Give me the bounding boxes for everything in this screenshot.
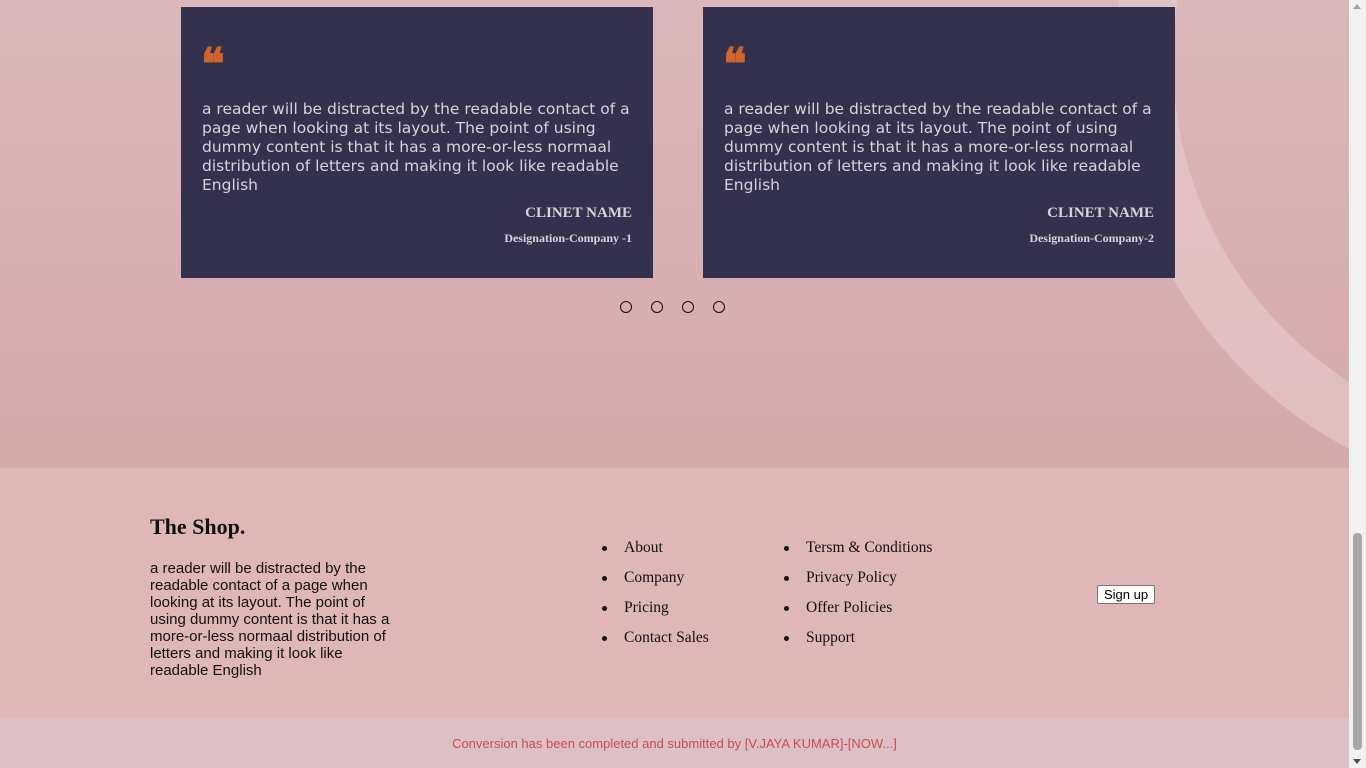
testimonial-card-1: ❝ a reader will be distracted by the rea…: [181, 7, 653, 278]
footer-link-about[interactable]: About: [602, 538, 709, 568]
scroll-up-arrow-icon[interactable]: [1353, 4, 1361, 9]
testimonial-text: a reader will be distracted by the reada…: [724, 100, 1152, 194]
footer-links-company: About Company Pricing Contact Sales: [602, 538, 709, 658]
footer-link-terms[interactable]: Tersm & Conditions: [783, 538, 932, 568]
client-name: CLINET NAME: [1047, 205, 1154, 221]
footer-link-support[interactable]: Support: [783, 628, 932, 658]
testimonial-text: a reader will be distracted by the reada…: [202, 100, 630, 194]
scrollbar-thumb[interactable]: [1353, 533, 1362, 750]
client-designation: Designation-Company -1: [504, 231, 632, 245]
quote-icon: ❝: [201, 43, 225, 77]
credit-text: Conversion has been completed and submit…: [452, 736, 897, 751]
signup-button[interactable]: Sign up: [1097, 585, 1156, 604]
footer-link-pricing[interactable]: Pricing: [602, 598, 709, 628]
client-designation: Designation-Company-2: [1029, 231, 1154, 245]
quote-icon: ❝: [723, 43, 747, 77]
carousel-pager: [620, 301, 725, 313]
scroll-down-arrow-icon[interactable]: [1353, 759, 1361, 764]
footer-brand: The Shop.: [150, 514, 246, 539]
page-scrollbar[interactable]: [1349, 0, 1366, 768]
footer-link-privacy[interactable]: Privacy Policy: [783, 568, 932, 598]
pager-dot-2[interactable]: [651, 301, 663, 313]
testimonial-card-2: ❝ a reader will be distracted by the rea…: [703, 7, 1175, 278]
pager-dot-3[interactable]: [682, 301, 694, 313]
footer-links-policies: Tersm & Conditions Privacy Policy Offer …: [783, 538, 932, 658]
footer: The Shop. a reader will be distracted by…: [0, 468, 1349, 718]
footer-link-company[interactable]: Company: [602, 568, 709, 598]
footer-link-offer-policies[interactable]: Offer Policies: [783, 598, 932, 628]
bottom-bar: Conversion has been completed and submit…: [0, 718, 1349, 768]
footer-description: a reader will be distracted by the reada…: [150, 560, 390, 679]
page: ❝ a reader will be distracted by the rea…: [0, 0, 1349, 768]
footer-link-contact-sales[interactable]: Contact Sales: [602, 628, 709, 658]
pager-dot-1[interactable]: [620, 301, 632, 313]
testimonials-section: ❝ a reader will be distracted by the rea…: [0, 0, 1349, 468]
client-name: CLINET NAME: [525, 205, 632, 221]
pager-dot-4[interactable]: [713, 301, 725, 313]
